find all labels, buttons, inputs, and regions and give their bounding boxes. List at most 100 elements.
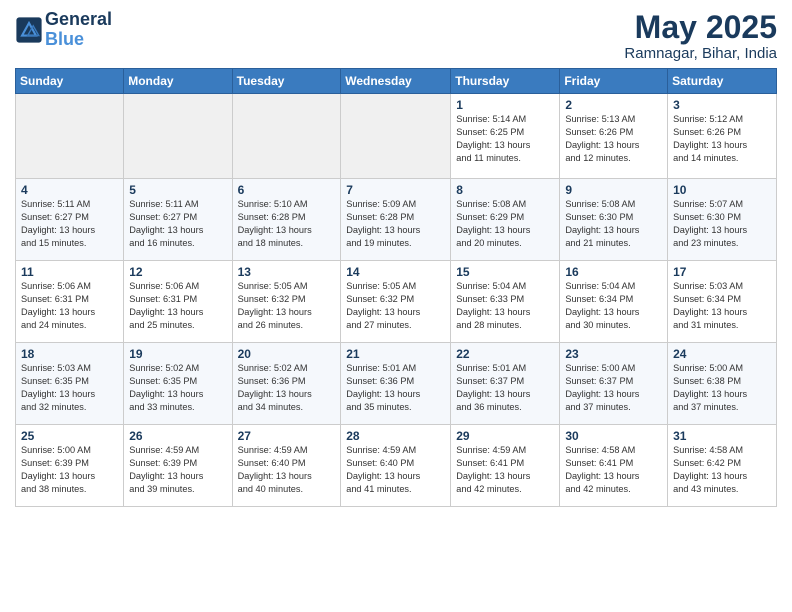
day-number: 15 (456, 265, 554, 279)
day-info: Sunrise: 5:10 AM Sunset: 6:28 PM Dayligh… (238, 198, 336, 250)
day-number: 7 (346, 183, 445, 197)
table-row: 1Sunrise: 5:14 AM Sunset: 6:25 PM Daylig… (451, 94, 560, 179)
day-info: Sunrise: 4:58 AM Sunset: 6:41 PM Dayligh… (565, 444, 662, 496)
table-row: 2Sunrise: 5:13 AM Sunset: 6:26 PM Daylig… (560, 94, 668, 179)
day-number: 19 (129, 347, 226, 361)
day-info: Sunrise: 5:06 AM Sunset: 6:31 PM Dayligh… (129, 280, 226, 332)
day-info: Sunrise: 5:01 AM Sunset: 6:37 PM Dayligh… (456, 362, 554, 414)
table-row: 19Sunrise: 5:02 AM Sunset: 6:35 PM Dayli… (124, 343, 232, 425)
table-row: 25Sunrise: 5:00 AM Sunset: 6:39 PM Dayli… (16, 425, 124, 507)
day-info: Sunrise: 5:02 AM Sunset: 6:35 PM Dayligh… (129, 362, 226, 414)
calendar-table: Sunday Monday Tuesday Wednesday Thursday… (15, 68, 777, 507)
day-info: Sunrise: 5:00 AM Sunset: 6:37 PM Dayligh… (565, 362, 662, 414)
table-row: 24Sunrise: 5:00 AM Sunset: 6:38 PM Dayli… (668, 343, 777, 425)
day-number: 8 (456, 183, 554, 197)
col-monday: Monday (124, 69, 232, 94)
day-number: 5 (129, 183, 226, 197)
day-number: 31 (673, 429, 771, 443)
day-number: 11 (21, 265, 118, 279)
calendar-subtitle: Ramnagar, Bihar, India (624, 45, 777, 62)
day-info: Sunrise: 5:00 AM Sunset: 6:38 PM Dayligh… (673, 362, 771, 414)
col-tuesday: Tuesday (232, 69, 341, 94)
col-wednesday: Wednesday (341, 69, 451, 94)
logo-icon (15, 16, 43, 44)
table-row: 15Sunrise: 5:04 AM Sunset: 6:33 PM Dayli… (451, 261, 560, 343)
day-info: Sunrise: 5:11 AM Sunset: 6:27 PM Dayligh… (129, 198, 226, 250)
day-number: 2 (565, 98, 662, 112)
day-number: 10 (673, 183, 771, 197)
table-row: 5Sunrise: 5:11 AM Sunset: 6:27 PM Daylig… (124, 179, 232, 261)
day-info: Sunrise: 4:59 AM Sunset: 6:39 PM Dayligh… (129, 444, 226, 496)
logo: General Blue (15, 10, 112, 50)
table-row: 9Sunrise: 5:08 AM Sunset: 6:30 PM Daylig… (560, 179, 668, 261)
table-row: 29Sunrise: 4:59 AM Sunset: 6:41 PM Dayli… (451, 425, 560, 507)
table-row: 7Sunrise: 5:09 AM Sunset: 6:28 PM Daylig… (341, 179, 451, 261)
day-number: 9 (565, 183, 662, 197)
day-info: Sunrise: 5:08 AM Sunset: 6:29 PM Dayligh… (456, 198, 554, 250)
day-info: Sunrise: 5:03 AM Sunset: 6:34 PM Dayligh… (673, 280, 771, 332)
day-info: Sunrise: 4:59 AM Sunset: 6:41 PM Dayligh… (456, 444, 554, 496)
table-row: 13Sunrise: 5:05 AM Sunset: 6:32 PM Dayli… (232, 261, 341, 343)
day-info: Sunrise: 5:12 AM Sunset: 6:26 PM Dayligh… (673, 113, 771, 165)
day-number: 14 (346, 265, 445, 279)
day-info: Sunrise: 4:59 AM Sunset: 6:40 PM Dayligh… (346, 444, 445, 496)
day-info: Sunrise: 4:58 AM Sunset: 6:42 PM Dayligh… (673, 444, 771, 496)
day-info: Sunrise: 5:07 AM Sunset: 6:30 PM Dayligh… (673, 198, 771, 250)
day-number: 3 (673, 98, 771, 112)
day-number: 26 (129, 429, 226, 443)
day-info: Sunrise: 5:11 AM Sunset: 6:27 PM Dayligh… (21, 198, 118, 250)
table-row (16, 94, 124, 179)
day-number: 16 (565, 265, 662, 279)
table-row: 6Sunrise: 5:10 AM Sunset: 6:28 PM Daylig… (232, 179, 341, 261)
day-number: 20 (238, 347, 336, 361)
table-row: 10Sunrise: 5:07 AM Sunset: 6:30 PM Dayli… (668, 179, 777, 261)
day-info: Sunrise: 5:05 AM Sunset: 6:32 PM Dayligh… (346, 280, 445, 332)
table-row: 14Sunrise: 5:05 AM Sunset: 6:32 PM Dayli… (341, 261, 451, 343)
logo-line1: General (45, 10, 112, 30)
table-row (341, 94, 451, 179)
day-number: 28 (346, 429, 445, 443)
day-number: 4 (21, 183, 118, 197)
day-info: Sunrise: 5:04 AM Sunset: 6:33 PM Dayligh… (456, 280, 554, 332)
col-thursday: Thursday (451, 69, 560, 94)
day-info: Sunrise: 5:06 AM Sunset: 6:31 PM Dayligh… (21, 280, 118, 332)
day-number: 24 (673, 347, 771, 361)
col-saturday: Saturday (668, 69, 777, 94)
day-number: 29 (456, 429, 554, 443)
day-info: Sunrise: 5:04 AM Sunset: 6:34 PM Dayligh… (565, 280, 662, 332)
table-row: 17Sunrise: 5:03 AM Sunset: 6:34 PM Dayli… (668, 261, 777, 343)
day-number: 21 (346, 347, 445, 361)
table-row: 28Sunrise: 4:59 AM Sunset: 6:40 PM Dayli… (341, 425, 451, 507)
page: General Blue May 2025 Ramnagar, Bihar, I… (0, 0, 792, 517)
day-number: 25 (21, 429, 118, 443)
day-info: Sunrise: 5:05 AM Sunset: 6:32 PM Dayligh… (238, 280, 336, 332)
table-row: 22Sunrise: 5:01 AM Sunset: 6:37 PM Dayli… (451, 343, 560, 425)
day-info: Sunrise: 4:59 AM Sunset: 6:40 PM Dayligh… (238, 444, 336, 496)
day-number: 18 (21, 347, 118, 361)
table-row: 11Sunrise: 5:06 AM Sunset: 6:31 PM Dayli… (16, 261, 124, 343)
day-info: Sunrise: 5:03 AM Sunset: 6:35 PM Dayligh… (21, 362, 118, 414)
table-row: 8Sunrise: 5:08 AM Sunset: 6:29 PM Daylig… (451, 179, 560, 261)
table-row (124, 94, 232, 179)
day-number: 12 (129, 265, 226, 279)
table-row: 4Sunrise: 5:11 AM Sunset: 6:27 PM Daylig… (16, 179, 124, 261)
calendar-title: May 2025 (624, 10, 777, 45)
calendar-week-row: 4Sunrise: 5:11 AM Sunset: 6:27 PM Daylig… (16, 179, 777, 261)
day-number: 22 (456, 347, 554, 361)
day-number: 6 (238, 183, 336, 197)
table-row: 30Sunrise: 4:58 AM Sunset: 6:41 PM Dayli… (560, 425, 668, 507)
table-row: 26Sunrise: 4:59 AM Sunset: 6:39 PM Dayli… (124, 425, 232, 507)
calendar-week-row: 11Sunrise: 5:06 AM Sunset: 6:31 PM Dayli… (16, 261, 777, 343)
col-friday: Friday (560, 69, 668, 94)
title-block: May 2025 Ramnagar, Bihar, India (624, 10, 777, 62)
calendar-week-row: 1Sunrise: 5:14 AM Sunset: 6:25 PM Daylig… (16, 94, 777, 179)
col-sunday: Sunday (16, 69, 124, 94)
day-number: 17 (673, 265, 771, 279)
table-row: 27Sunrise: 4:59 AM Sunset: 6:40 PM Dayli… (232, 425, 341, 507)
table-row: 31Sunrise: 4:58 AM Sunset: 6:42 PM Dayli… (668, 425, 777, 507)
day-info: Sunrise: 5:00 AM Sunset: 6:39 PM Dayligh… (21, 444, 118, 496)
calendar-week-row: 25Sunrise: 5:00 AM Sunset: 6:39 PM Dayli… (16, 425, 777, 507)
table-row: 18Sunrise: 5:03 AM Sunset: 6:35 PM Dayli… (16, 343, 124, 425)
logo-line2: Blue (45, 30, 112, 50)
calendar-header-row: Sunday Monday Tuesday Wednesday Thursday… (16, 69, 777, 94)
